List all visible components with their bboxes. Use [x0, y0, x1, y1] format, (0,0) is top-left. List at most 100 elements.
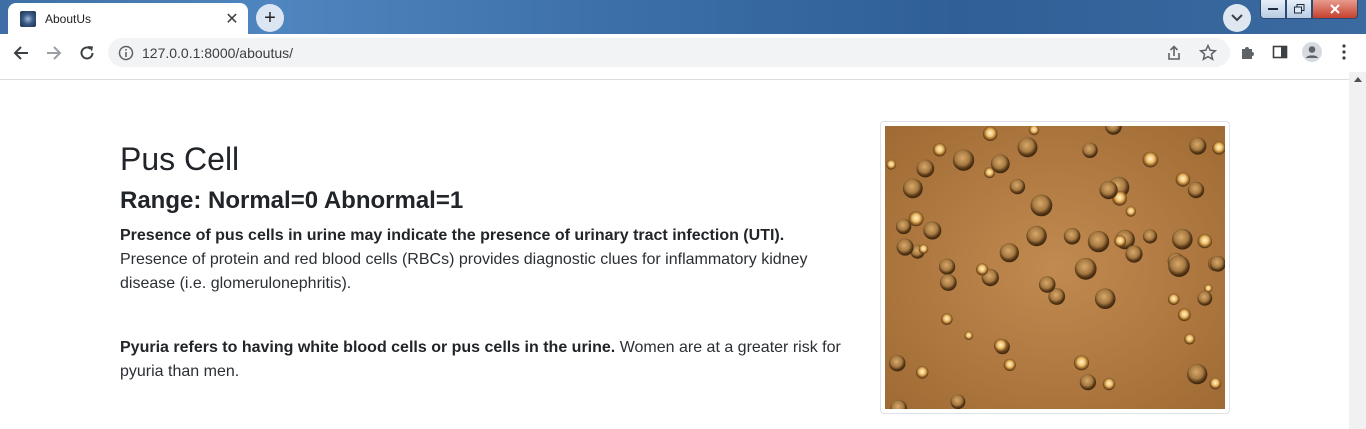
avatar-icon: [1302, 42, 1322, 62]
reload-button[interactable]: [73, 39, 101, 67]
cell-blob: [1209, 377, 1222, 390]
cell-blob: [1197, 233, 1213, 249]
cell-blob: [1082, 142, 1098, 158]
cell-blob: [1026, 225, 1047, 247]
cell-blob: [990, 154, 1010, 174]
cell-blob: [950, 394, 966, 409]
browser-tab[interactable]: AboutUs ✕: [8, 3, 248, 34]
cell-blob: [1102, 377, 1116, 391]
cell-blob: [1184, 333, 1195, 345]
cell-blob: [1209, 255, 1225, 272]
paragraph-uti: Presence of pus cells in urine may indic…: [120, 224, 850, 296]
cell-blob: [1172, 228, 1193, 250]
cell-blob: [976, 263, 989, 276]
url-text[interactable]: 127.0.0.1:8000/aboutus/: [142, 45, 1160, 61]
cell-blob: [1212, 141, 1225, 155]
menu-button[interactable]: [1330, 38, 1358, 66]
cell-blob: [1177, 308, 1191, 322]
address-bar[interactable]: 127.0.0.1:8000/aboutus/: [108, 38, 1230, 67]
cell-blob: [993, 338, 1008, 353]
profile-button[interactable]: [1298, 38, 1326, 66]
extensions-button[interactable]: [1234, 38, 1262, 66]
cell-blob: [941, 313, 953, 325]
cell-blob: [1003, 358, 1016, 371]
kebab-menu-icon: [1342, 44, 1346, 60]
new-tab-button[interactable]: +: [256, 4, 284, 32]
scroll-up-button[interactable]: [1349, 72, 1366, 86]
vertical-scrollbar[interactable]: [1349, 72, 1366, 429]
cell-blob: [915, 366, 929, 379]
arrow-right-icon: [47, 45, 62, 60]
cell-blob: [902, 178, 923, 199]
cell-blob: [1063, 227, 1081, 245]
cell-blob: [1125, 245, 1143, 263]
cell-blob: [1079, 374, 1096, 391]
cell-blob: [939, 274, 957, 291]
side-panel-icon: [1272, 45, 1288, 59]
tab-search-button[interactable]: [1223, 4, 1251, 32]
paragraph-pyuria-bold: Pyuria refers to having white blood cell…: [120, 339, 616, 356]
cell-blob: [1099, 181, 1118, 200]
cell-blob: [932, 143, 947, 157]
cell-blob: [923, 221, 942, 240]
side-panel-button[interactable]: [1266, 38, 1294, 66]
toolbar-divider: [0, 71, 1366, 80]
cell-blob: [1168, 255, 1190, 277]
minimize-button[interactable]: [1260, 0, 1286, 19]
cell-blob: [1197, 290, 1213, 306]
microscope-image: [885, 126, 1225, 409]
arrow-left-icon: [13, 45, 28, 60]
cell-blob: [1187, 181, 1205, 199]
scroll-up-arrow-icon: [1353, 76, 1362, 82]
cell-blob: [1187, 363, 1208, 385]
window-controls: [1260, 0, 1358, 20]
cell-blob: [1167, 293, 1180, 305]
back-button[interactable]: [7, 39, 35, 67]
cell-blob: [999, 243, 1019, 263]
cell-blob: [1030, 194, 1053, 217]
cell-blob: [896, 238, 914, 256]
cell-blob: [952, 149, 975, 171]
cell-blob: [1175, 172, 1191, 187]
cell-blob: [1073, 355, 1090, 371]
cell-blob: [1114, 235, 1127, 247]
cell-blob: [908, 211, 924, 227]
cell-blob: [1125, 206, 1136, 217]
paragraph-uti-text: Presence of protein and red blood cells …: [120, 251, 808, 292]
cell-blob: [1087, 230, 1110, 253]
minimize-icon: [1268, 8, 1278, 10]
cell-blob: [1094, 288, 1116, 309]
pus-cell-figure: [880, 121, 1230, 414]
info-icon[interactable]: [118, 45, 134, 61]
cell-blob: [889, 355, 906, 372]
browser-toolbar: 127.0.0.1:8000/aboutus/: [0, 34, 1366, 71]
cell-blob: [1017, 137, 1038, 158]
puzzle-icon: [1242, 47, 1254, 59]
restore-button[interactable]: [1286, 0, 1312, 19]
share-icon[interactable]: [1160, 39, 1188, 67]
cell-blob: [1009, 178, 1026, 195]
forward-button[interactable]: [40, 39, 68, 67]
bookmark-star-icon[interactable]: [1194, 39, 1222, 67]
cell-blob: [982, 126, 998, 141]
cell-blob: [916, 159, 935, 178]
cell-blob: [1189, 137, 1207, 155]
cell-blob: [1142, 229, 1158, 244]
cell-blob: [964, 331, 973, 340]
chevron-down-icon: [1231, 14, 1243, 22]
favicon-icon: [20, 10, 36, 27]
cell-blob: [918, 244, 929, 254]
browser-titlebar: AboutUs ✕ +: [0, 0, 1366, 34]
close-tab-button[interactable]: ✕: [222, 9, 242, 29]
about-content: Pus Cell Range: Normal=0 Abnormal=1 Pres…: [120, 140, 850, 384]
cell-blob: [1038, 276, 1056, 293]
page-title: Pus Cell: [120, 141, 240, 177]
cell-blob: [886, 159, 897, 170]
cell-blob: [1074, 257, 1097, 280]
paragraph-uti-bold: Presence of pus cells in urine may indic…: [120, 227, 785, 244]
cell-blob: [1142, 151, 1159, 168]
paragraph-pyuria: Pyuria refers to having white blood cell…: [120, 336, 850, 384]
close-window-button[interactable]: [1312, 0, 1358, 19]
cell-blob: [939, 258, 956, 275]
range-heading: Range: Normal=0 Abnormal=1: [120, 187, 464, 214]
